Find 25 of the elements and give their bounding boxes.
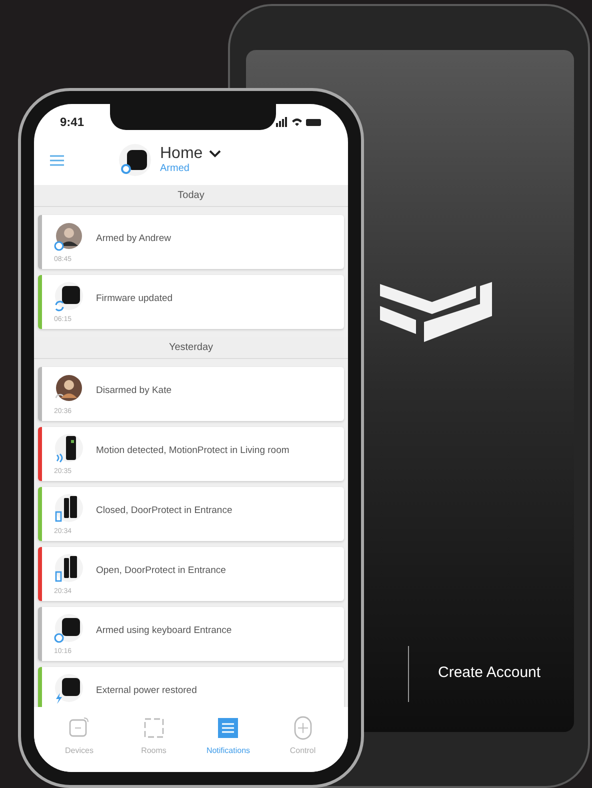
event-text: Open, DoorProtect in Entrance bbox=[96, 564, 226, 578]
hub-icon bbox=[54, 613, 84, 644]
door-sensor-icon bbox=[54, 493, 84, 524]
event-text: Firmware updated bbox=[96, 292, 173, 306]
create-account-button[interactable]: Create Account bbox=[438, 662, 541, 684]
avatar-icon bbox=[54, 221, 84, 252]
avatar-icon bbox=[54, 373, 84, 404]
motion-sensor-icon bbox=[54, 433, 84, 464]
logo-icon bbox=[380, 282, 492, 344]
signal-wifi-battery-icon bbox=[276, 116, 322, 126]
event-text: Disarmed by Kate bbox=[96, 384, 172, 398]
event-text: Closed, DoorProtect in Entrance bbox=[96, 504, 232, 518]
notification-card[interactable]: External power restored bbox=[38, 667, 344, 707]
event-text: Motion detected, MotionProtect in Living room bbox=[96, 444, 290, 458]
hub-update-icon bbox=[54, 281, 84, 312]
home-title[interactable]: Home bbox=[160, 146, 203, 162]
event-text: External power restored bbox=[96, 684, 197, 698]
event-text: Armed by Andrew bbox=[96, 232, 171, 246]
status-time: 9:41 bbox=[60, 114, 84, 130]
chevron-down-icon[interactable] bbox=[208, 150, 221, 158]
hub-icon bbox=[118, 143, 152, 177]
armed-status: Armed bbox=[160, 164, 190, 174]
hub-power-icon bbox=[54, 673, 84, 704]
door-sensor-icon bbox=[54, 553, 84, 584]
event-text: Armed using keyboard Entrance bbox=[96, 624, 232, 638]
